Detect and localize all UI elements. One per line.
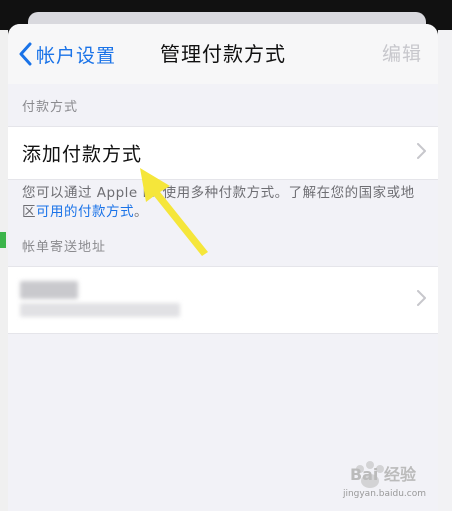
screen: 帐户设置 管理付款方式 编辑 付款方式 添加付款方式 您可以通过 Apple I… bbox=[0, 0, 452, 511]
right-edge bbox=[438, 30, 452, 511]
add-payment-method-row[interactable]: 添加付款方式 bbox=[8, 126, 438, 180]
billing-address-header: 帐单寄送地址 bbox=[22, 240, 107, 255]
available-payment-methods-link[interactable]: 可用的付款方式 bbox=[36, 204, 134, 220]
chevron-right-icon bbox=[417, 290, 426, 310]
add-payment-method-label: 添加付款方式 bbox=[22, 143, 143, 166]
navigation-bar: 帐户设置 管理付款方式 编辑 bbox=[8, 24, 438, 84]
left-edge bbox=[0, 30, 8, 511]
page-title: 管理付款方式 bbox=[160, 42, 286, 66]
left-edge-accent bbox=[0, 232, 6, 248]
yellow-arrow-icon bbox=[140, 168, 208, 256]
redacted-name bbox=[20, 281, 78, 299]
watermark-url: jingyan.baidu.com bbox=[342, 489, 426, 499]
payment-methods-header: 付款方式 bbox=[22, 100, 79, 115]
payment-footnote: 您可以通过 Apple ID 使用多种付款方式。了解在您的国家或地区可用的付款方… bbox=[22, 184, 426, 222]
edit-button[interactable]: 编辑 bbox=[382, 40, 422, 68]
manage-payment-sheet: 帐户设置 管理付款方式 编辑 付款方式 添加付款方式 您可以通过 Apple I… bbox=[8, 24, 438, 511]
watermark-text: Bai 经验 bbox=[349, 465, 416, 484]
redacted-address bbox=[20, 303, 180, 317]
billing-address-row[interactable] bbox=[8, 266, 438, 334]
chevron-right-icon bbox=[417, 143, 426, 163]
